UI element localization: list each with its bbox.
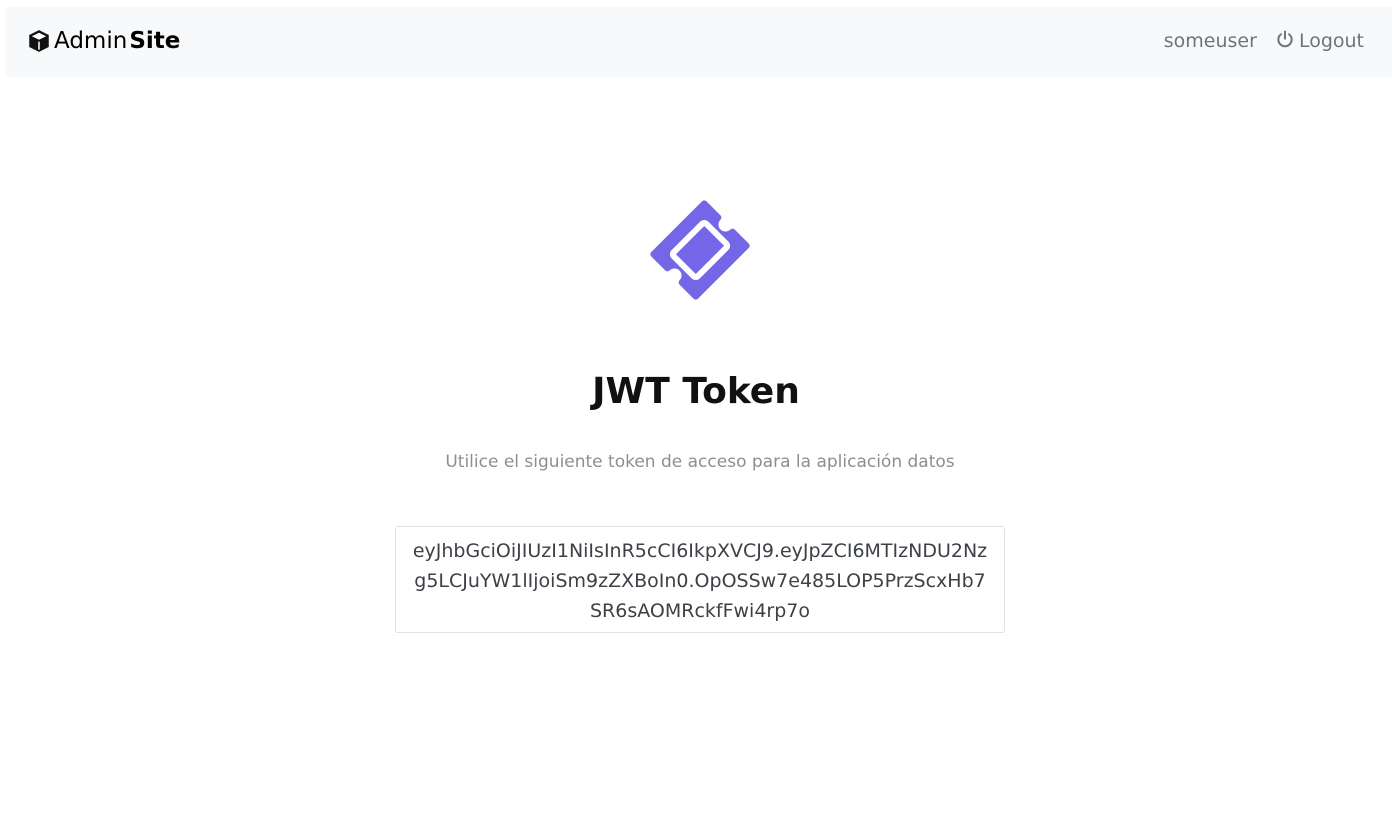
brand-name-light: Admin <box>54 28 128 54</box>
navbar-user-area: someuser Logout <box>1164 27 1364 55</box>
logout-label: Logout <box>1298 30 1364 52</box>
page-title: JWT Token <box>592 371 800 412</box>
logout-link[interactable]: Logout <box>1275 29 1364 54</box>
cube-icon <box>26 28 52 54</box>
token-display[interactable]: eyJhbGciOiJIUzI1NiIsInR5cCI6IkpXVCJ9.eyJ… <box>395 526 1005 633</box>
brand-name-bold: Site <box>129 28 181 54</box>
navbar: Admin Site someuser Logout <box>6 7 1392 77</box>
username-link[interactable]: someuser <box>1164 30 1257 52</box>
brand-link[interactable]: Admin Site <box>26 27 180 55</box>
ticket-icon <box>630 180 770 320</box>
page-subtitle: Utilice el siguiente token de acceso par… <box>445 452 955 472</box>
power-icon <box>1275 29 1295 54</box>
